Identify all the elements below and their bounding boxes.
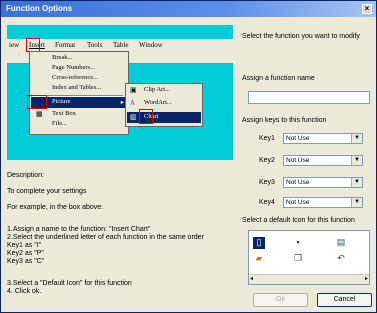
key2-value: Not Use [286,157,310,164]
copy-icon[interactable]: ❐ [292,253,304,265]
window-title: Function Options [6,4,73,13]
insert-menu: Break... Page Numbers... Cross-reference… [29,51,129,135]
key1-value: Not Use [286,135,310,142]
new-document-icon[interactable]: ▯ [253,237,265,249]
cancel-button[interactable]: Cancel [317,293,372,307]
example-preview: iew Insert Format Tools Table Window Bre… [7,25,233,160]
submenu-wordart: WordArt... [144,99,172,106]
key4-value: Not Use [286,199,310,206]
key3-value: Not Use [286,179,310,186]
icon-list-scrollbar[interactable]: ◂ ▸ [249,274,369,284]
menu-item-picture: Picture [52,98,71,105]
insert-marker [26,38,40,52]
step-key1: Key1 as "I" [7,242,42,249]
assign-keys-label: Assign keys to this function [242,117,327,124]
picture-marker [27,95,47,109]
chart-marker [139,109,153,124]
step-4: 4. Click ok. [7,288,42,295]
submenu-arrow-icon: ▸ [120,99,124,106]
wordart-icon: A [130,99,136,107]
step-1: 1.Assign a name to the function: "Insert… [7,226,151,233]
chart-icon: ▥ [130,113,137,121]
ok-button[interactable]: Ok [253,293,308,307]
step-2: 2.Select the underlined letter of each f… [7,234,204,241]
chevron-down-icon[interactable]: ▼ [351,198,362,207]
icon-select-label: Select a default Icon for this function [242,217,355,224]
menu-item-text-box: Text Box [52,110,76,117]
assign-name-label: Assign a function name [242,75,315,82]
menu-item-cross-reference: Cross-reference... [52,74,99,81]
submenu-clip-art: Clip Art... [144,86,171,93]
menu-item-break: Break... [52,54,73,61]
description-heading: Description: [7,172,44,179]
save-icon[interactable]: ▪ [292,237,304,249]
scroll-right-icon[interactable]: ▸ [365,275,368,283]
close-button[interactable]: × [362,4,372,14]
textbox-icon: ▦ [36,110,43,118]
description-line2: For example, in the box above: [7,204,104,211]
chevron-down-icon[interactable]: ▼ [351,178,362,187]
function-options-dialog: Function Options × iew Insert Format Too… [0,0,377,313]
description-line1: To complete your settings [7,188,87,195]
menu-window: Window [139,41,163,49]
step-3: 3.Select a "Default Icon" for this funct… [7,280,132,287]
menu-item-page-numbers: Page Numbers... [52,64,95,71]
step-key2: Key2 as "P" [7,250,44,257]
menu-tools: Tools [87,41,103,49]
menu-view: iew [9,41,20,49]
select-function-label: Select the function you want to modify [242,33,360,40]
key2-select[interactable]: Not Use ▼ [283,155,363,166]
open-folder-icon[interactable]: ▰ [253,253,265,265]
step-key3: Key3 as "C" [7,258,45,265]
scroll-left-icon[interactable]: ◂ [250,275,253,283]
key3-label: Key3 [259,179,275,186]
key3-select[interactable]: Not Use ▼ [283,177,363,188]
function-name-input[interactable] [248,91,370,104]
undo-icon[interactable]: ↶ [335,253,347,265]
key1-label: Key1 [259,135,275,142]
key4-select[interactable]: Not Use ▼ [283,197,363,208]
chevron-down-icon[interactable]: ▼ [351,134,362,143]
menu-item-file: File... [52,120,67,127]
table-icon[interactable]: ▤ [335,237,347,249]
menu-format: Format [55,41,76,49]
icon-list: ▯ ▪ ▤ ▰ ❐ ↶ ◂ ▸ [248,230,370,285]
key1-select[interactable]: Not Use ▼ [283,133,363,144]
title-bar: Function Options × [1,1,376,17]
picture-submenu: ▣ Clip Art... A WordArt... ▥ Chart [125,83,203,127]
key2-label: Key2 [259,157,275,164]
menu-item-index-tables: Index and Tables... [52,84,102,91]
menu-table: Table [113,41,129,49]
clipart-icon: ▣ [130,86,137,94]
key4-label: Key4 [259,199,275,206]
chevron-down-icon[interactable]: ▼ [351,156,362,165]
